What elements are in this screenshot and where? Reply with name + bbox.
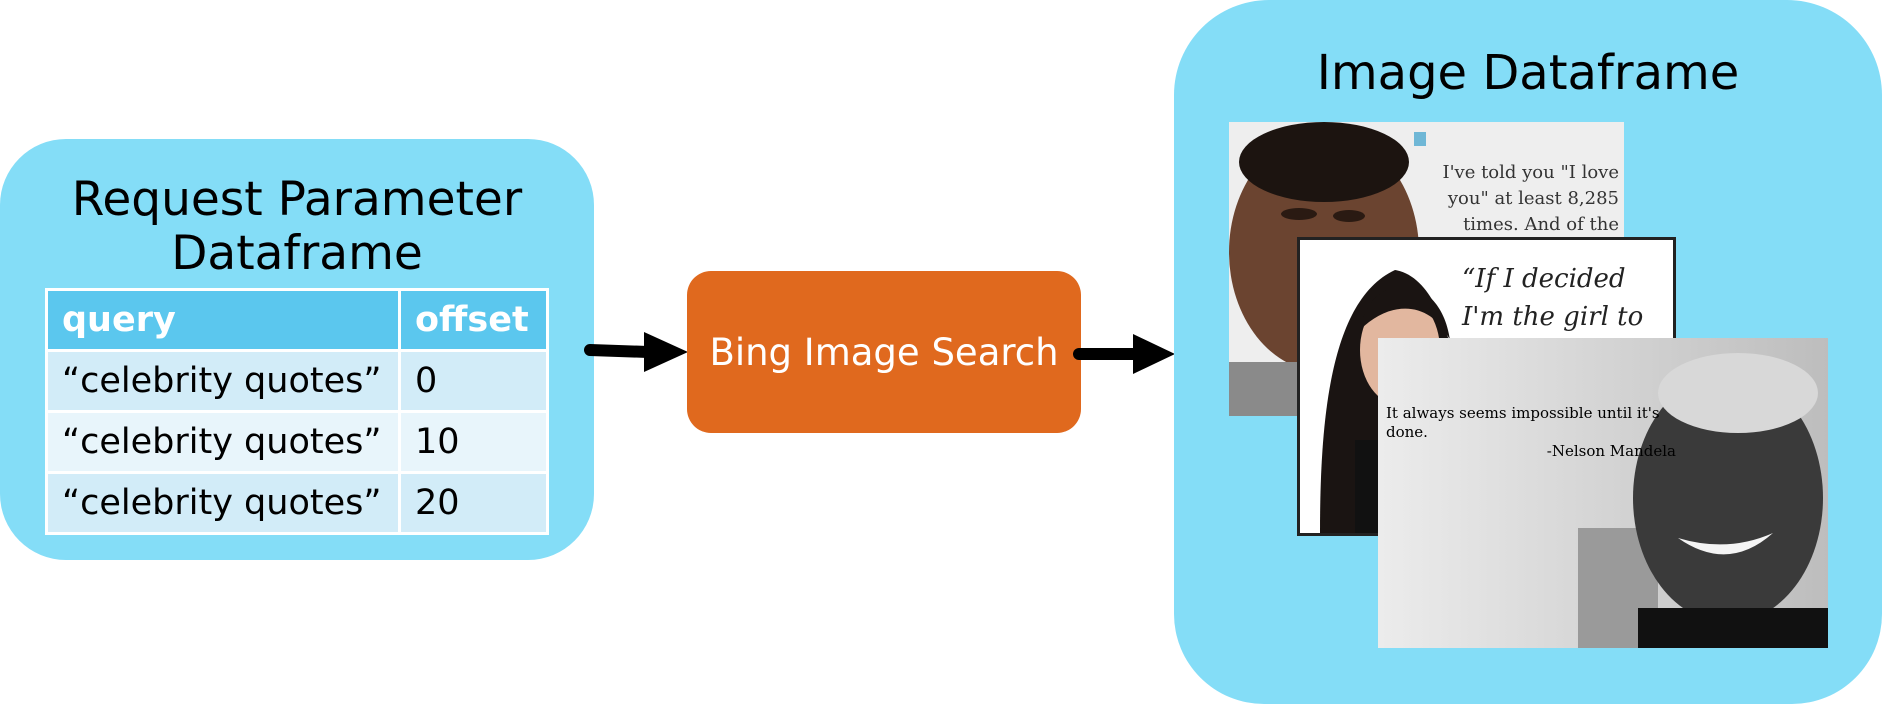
title-line-1: Request Parameter (71, 172, 523, 227)
table-cell-query: “celebrity quotes” (45, 471, 401, 535)
quote-text-3: It always seems impossible until it's do… (1386, 404, 1676, 461)
table-row: “celebrity quotes” 10 (45, 410, 549, 474)
table-cell-query: “celebrity quotes” (45, 410, 401, 474)
header-query: query (45, 288, 401, 352)
bing-image-search-box: Bing Image Search (687, 271, 1081, 433)
table-cell-offset: 20 (398, 471, 549, 535)
quote-image-3: It always seems impossible until it's do… (1378, 338, 1828, 648)
arrow-to-results (1073, 334, 1175, 374)
header-offset: offset (398, 288, 549, 352)
table-cell-query: “celebrity quotes” (45, 349, 401, 413)
table-row: “celebrity quotes” 20 (45, 471, 549, 535)
image-dataframe-title: Image Dataframe (1316, 45, 1740, 101)
request-parameter-title: Request Parameter Dataframe (0, 173, 594, 281)
quote-attribution: -Nelson Mandela (1546, 442, 1676, 460)
request-parameter-panel: Request Parameter Dataframe query offset… (0, 139, 594, 560)
quote-text-1: I've told you "I love you" at least 8,28… (1442, 162, 1619, 235)
table-header-row: query offset (45, 288, 549, 352)
table-row: “celebrity quotes” 0 (45, 349, 549, 413)
parameter-table: query offset “celebrity quotes” 0 “celeb… (45, 288, 549, 535)
table-cell-offset: 0 (398, 349, 549, 413)
portrait-illustration-3 (1378, 338, 1828, 648)
title-line-2: Dataframe (171, 226, 423, 281)
table-cell-offset: 10 (398, 410, 549, 474)
arrow-to-search (584, 332, 688, 372)
quote-line-1: It always seems impossible until it's do… (1386, 404, 1660, 441)
bing-image-search-label: Bing Image Search (709, 330, 1059, 374)
